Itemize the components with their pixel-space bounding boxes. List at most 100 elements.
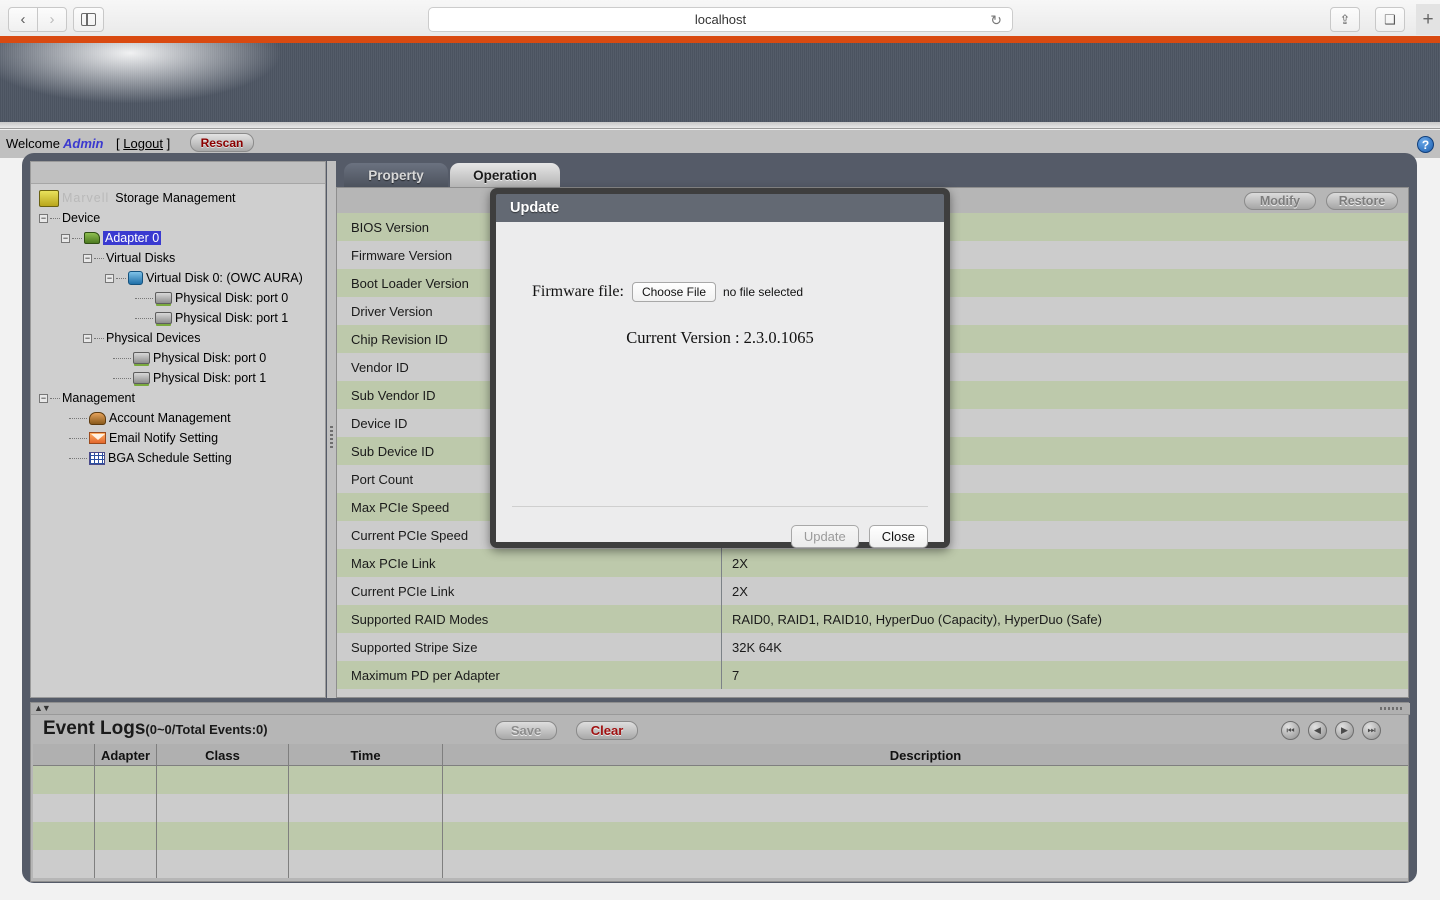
property-value: 7 [721,661,1408,689]
collapse-arrows-icon: ▲▼ [34,703,51,713]
event-log-cell [95,794,157,822]
event-log-row[interactable] [33,822,1408,850]
event-log-cell [443,766,1408,794]
tree-item-email-notify-setting[interactable]: Email Notify Setting [37,428,325,448]
tree-item-label: Adapter 0 [103,231,162,245]
tree-item-bga-schedule-setting[interactable]: BGA Schedule Setting [37,448,325,468]
virtual-disk-icon [128,271,143,285]
pager-first-button[interactable]: ⏮ [1281,721,1300,740]
address-bar[interactable]: localhost ↻ [428,7,1013,32]
property-name: Max PCIe Link [351,555,436,571]
forward-button[interactable]: › [37,7,67,32]
update-button[interactable]: Update [790,525,859,548]
event-column-header[interactable]: Class [157,744,289,766]
event-log-row[interactable] [33,794,1408,822]
tree-item-virtual-disks[interactable]: − Virtual Disks [37,248,325,268]
rescan-button[interactable]: Rescan [190,133,254,152]
tree-connector-line [69,457,87,459]
property-value: 2X [721,577,1408,605]
tree-item-management[interactable]: − Management [37,388,325,408]
back-button[interactable]: ‹ [8,7,38,32]
tree-item-adapter-0[interactable]: − Adapter 0 [37,228,325,248]
tree-item-label: Physical Devices [106,331,201,345]
tree-expander-icon[interactable]: − [39,213,48,223]
event-logs-title: Event Logs(0~0/Total Events:0) [43,718,268,740]
tree-item-label: BGA Schedule Setting [108,451,232,465]
tab-property[interactable]: Property [344,163,448,187]
new-tab-button[interactable]: + [1416,4,1440,35]
event-logs-panel: ▲▼ Event Logs(0~0/Total Events:0) Save C… [30,702,1410,882]
update-dialog: Update Firmware file: Choose File no fil… [496,194,944,548]
panel-splitter[interactable] [327,161,336,698]
event-log-cell [33,766,95,794]
tree-connector-line [113,357,131,359]
restore-button[interactable]: Restore [1326,192,1398,210]
banner-sheen [0,122,1440,128]
event-column-header[interactable] [33,744,95,766]
tree-item-label: Virtual Disks [106,251,176,265]
event-log-row[interactable] [33,766,1408,794]
sidebar-toggle-button[interactable] [73,7,104,32]
tree-item-physical-devices[interactable]: − Physical Devices [37,328,325,348]
choose-file-button[interactable]: Choose File [631,282,716,302]
tree-item-account-management[interactable]: Account Management [37,408,325,428]
tab-strip: Property Operation [336,161,1409,187]
tree-connector-line [94,337,104,339]
event-log-cell [157,822,289,850]
tree-expander-icon[interactable]: − [83,253,92,263]
pager-previous-button[interactable]: ◀ [1308,721,1327,740]
tree-expander-icon[interactable]: − [61,233,70,243]
tree-connector-line [69,437,87,439]
tree-connector-line [94,257,104,259]
property-row: Max PCIe Link 2X [337,549,1408,577]
tree-item-virtual-disk-0-owc-aura[interactable]: − Virtual Disk 0: (OWC AURA) [37,268,325,288]
update-dialog-body: Firmware file: Choose File no file selec… [496,222,944,548]
tab-operation[interactable]: Operation [450,163,560,187]
help-icon[interactable]: ? [1417,136,1434,153]
pager-last-button[interactable]: ⏭ [1362,721,1381,740]
event-logs-count: (0~0/Total Events:0) [145,722,268,737]
event-column-header[interactable]: Adapter [95,744,157,766]
plus-icon: + [1422,8,1434,30]
tree-connector-line [135,317,153,319]
event-log-cell [289,822,443,850]
tree-expander-icon[interactable]: − [83,333,92,343]
property-value: RAID0, RAID1, RAID10, HyperDuo (Capacity… [721,605,1408,633]
logout-bracket-open: [ [116,136,120,151]
chevron-right-icon: › [49,11,55,28]
tree-expander-icon[interactable]: − [105,273,114,283]
event-column-header[interactable]: Description [443,744,1408,766]
tree-expander-icon[interactable]: − [39,393,48,403]
event-log-cell [95,850,157,878]
event-column-header[interactable]: Time [289,744,443,766]
tree-item-physical-disk-port-1[interactable]: Physical Disk: port 1 [37,308,325,328]
tree-root-item[interactable]: Marvell Storage Management [37,188,325,208]
pager-next-button[interactable]: ▶ [1335,721,1354,740]
tree-item-device[interactable]: − Device [37,208,325,228]
property-name: Maximum PD per Adapter [351,667,500,683]
tree-item-physical-disk-port-0[interactable]: Physical Disk: port 0 [37,288,325,308]
tree-item-physical-disk-port-0[interactable]: Physical Disk: port 0 [37,348,325,368]
property-row: Current PCIe Link 2X [337,577,1408,605]
reload-icon[interactable]: ↻ [990,12,1002,29]
tree-item-label: Physical Disk: port 1 [175,311,289,325]
tree-item-physical-disk-port-1[interactable]: Physical Disk: port 1 [37,368,325,388]
selected-file-name: no file selected [723,285,804,299]
close-button[interactable]: Close [868,525,928,548]
event-panel-collapse-handle[interactable]: ▲▼ [31,703,1410,715]
event-log-row[interactable] [33,850,1408,878]
clear-logs-button[interactable]: Clear [576,721,638,740]
tree-connector-line [135,297,153,299]
event-log-cell [95,766,157,794]
share-button[interactable]: ⇪ [1330,7,1360,32]
tree-connector-line [50,217,60,219]
tree-panel-header [31,162,325,184]
logout-link[interactable]: Logout [123,136,163,151]
event-logs-titlebar: Event Logs(0~0/Total Events:0) Save Clea… [31,716,1410,744]
physical-disk-icon [133,352,150,364]
modify-button[interactable]: Modify [1244,192,1316,210]
show-tabs-button[interactable]: ❑ [1375,7,1405,32]
event-logs-title-text: Event Logs [43,718,146,739]
save-logs-button[interactable]: Save [495,721,557,740]
event-log-cell [157,850,289,878]
